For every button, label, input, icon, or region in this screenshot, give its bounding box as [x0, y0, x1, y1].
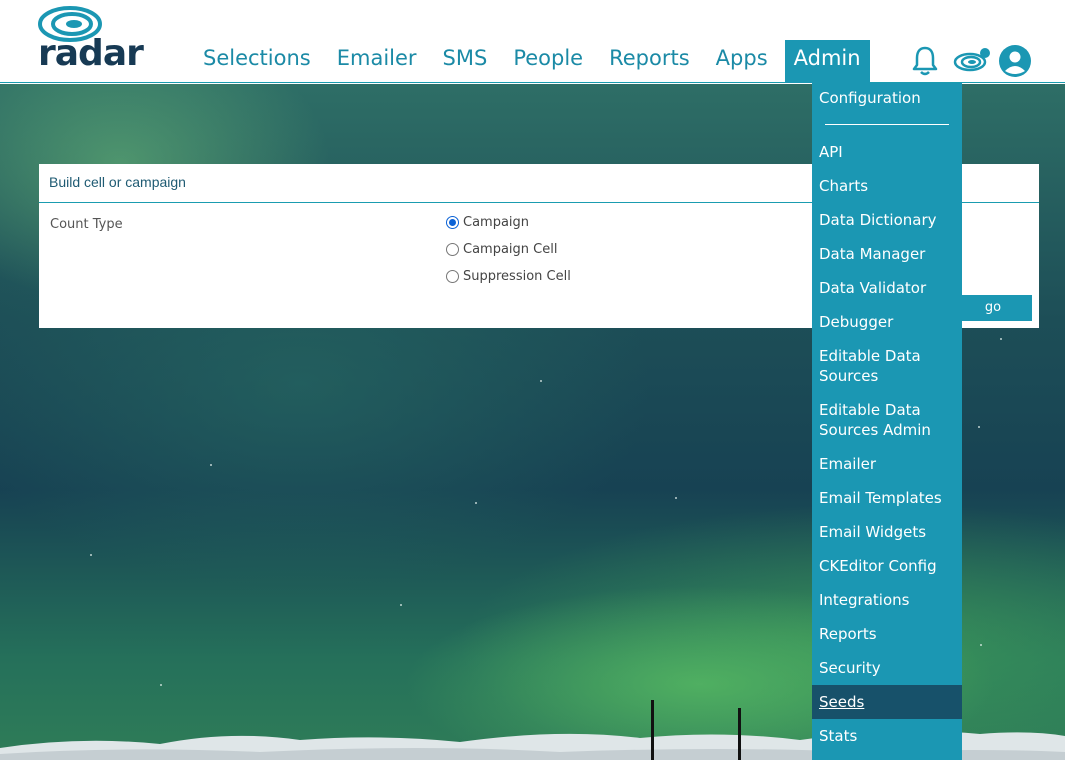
menu-item-api[interactable]: API: [812, 142, 962, 162]
radio-label-suppression-cell: Suppression Cell: [463, 269, 571, 284]
star: [540, 380, 542, 382]
menu-item-integrations[interactable]: Integrations: [812, 590, 962, 610]
menu-item-ckeditor-config[interactable]: CKEditor Config: [812, 556, 962, 576]
count-type-label: Count Type: [50, 217, 123, 232]
menu-item-security[interactable]: Security: [812, 658, 962, 678]
antenna-pole: [738, 708, 741, 760]
menu-item-data-manager[interactable]: Data Manager: [812, 244, 962, 264]
star: [980, 644, 982, 646]
menu-item-seeds[interactable]: Seeds: [812, 685, 962, 719]
radio-button-campaign[interactable]: [446, 216, 459, 229]
radio-button-campaign-cell[interactable]: [446, 243, 459, 256]
menu-item-reports[interactable]: Reports: [812, 624, 962, 644]
menu-item-debugger[interactable]: Debugger: [812, 312, 962, 332]
radio-label-campaign: Campaign: [463, 215, 530, 230]
menu-item-data-dictionary[interactable]: Data Dictionary: [812, 210, 962, 230]
star: [1000, 338, 1002, 340]
main-nav: Selections Emailer SMS People Reports Ap…: [190, 40, 870, 83]
admin-dropdown-menu: Configuration API Charts Data Dictionary…: [812, 83, 962, 760]
radio-label-campaign-cell: Campaign Cell: [463, 242, 558, 257]
radio-campaign-cell[interactable]: Campaign Cell: [446, 242, 557, 257]
nav-selections[interactable]: Selections: [190, 40, 324, 83]
star: [675, 497, 677, 499]
go-button[interactable]: go: [954, 295, 1032, 321]
user-avatar-icon[interactable]: [998, 44, 1032, 78]
nav-sms[interactable]: SMS: [430, 40, 501, 83]
radio-button-suppression-cell[interactable]: [446, 270, 459, 283]
star: [90, 554, 92, 556]
menu-item-editable-data-sources-admin[interactable]: Editable Data Sources Admin: [812, 400, 962, 440]
radio-suppression-cell[interactable]: Suppression Cell: [446, 269, 571, 284]
star: [400, 604, 402, 606]
radio-campaign[interactable]: Campaign: [446, 215, 529, 230]
menu-item-emailer[interactable]: Emailer: [812, 454, 962, 474]
nav-people[interactable]: People: [500, 40, 596, 83]
nav-reports[interactable]: Reports: [596, 40, 703, 83]
logo-wordmark: radar: [38, 33, 144, 74]
nav-admin[interactable]: Admin: [784, 40, 870, 83]
antenna-pole: [651, 700, 654, 760]
star: [160, 684, 162, 686]
menu-item-charts[interactable]: Charts: [812, 176, 962, 196]
menu-item-editable-data-sources[interactable]: Editable Data Sources: [812, 346, 962, 386]
top-header: radar Selections Emailer SMS People Repo…: [0, 0, 1065, 83]
star: [978, 426, 980, 428]
nav-emailer[interactable]: Emailer: [324, 40, 430, 83]
menu-divider: [825, 124, 949, 125]
notification-bell-icon[interactable]: [908, 44, 942, 78]
menu-item-data-validator[interactable]: Data Validator: [812, 278, 962, 298]
menu-item-email-widgets[interactable]: Email Widgets: [812, 522, 962, 542]
nav-apps[interactable]: Apps: [703, 40, 781, 83]
radar-logo[interactable]: radar: [38, 6, 148, 76]
star: [475, 502, 477, 504]
radar-icon[interactable]: [953, 44, 990, 78]
star: [210, 464, 212, 466]
menu-item-configuration[interactable]: Configuration: [812, 88, 962, 108]
menu-item-stats[interactable]: Stats: [812, 726, 962, 746]
menu-item-email-templates[interactable]: Email Templates: [812, 488, 962, 508]
